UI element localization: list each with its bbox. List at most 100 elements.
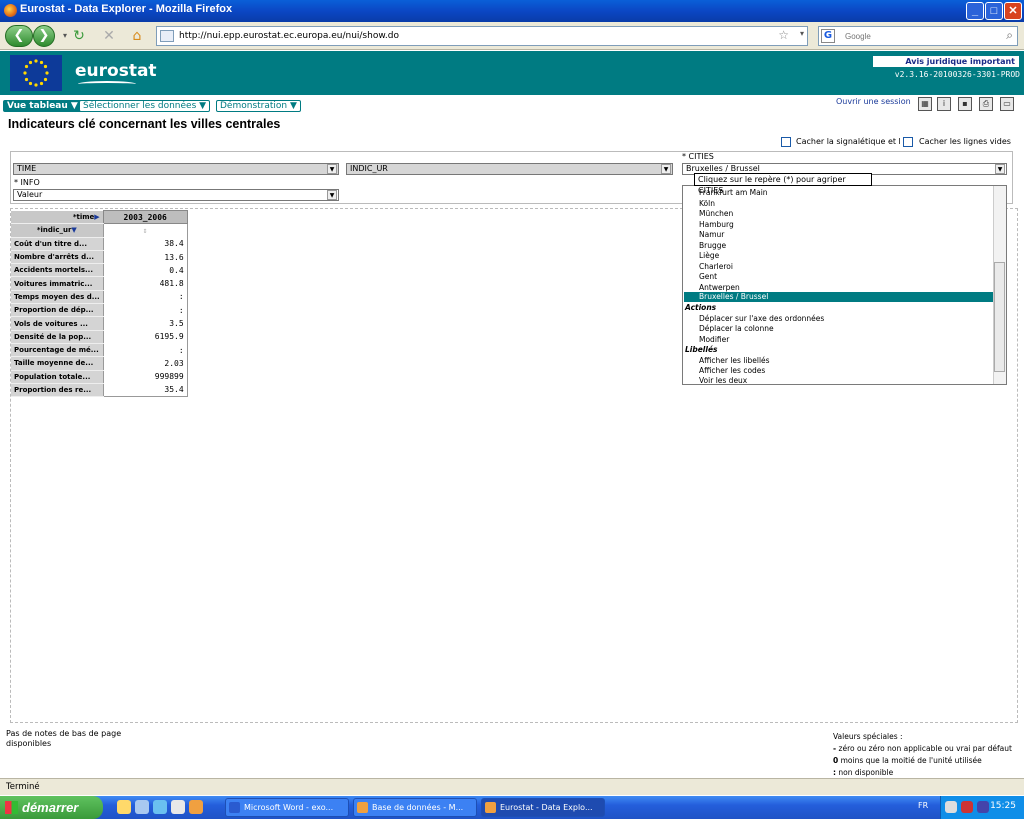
list-item[interactable]: Charleroi <box>699 262 733 272</box>
tray-icon[interactable] <box>961 801 973 813</box>
task-word[interactable]: Microsoft Word - exo... <box>225 798 349 817</box>
start-button[interactable]: démarrer <box>0 796 103 819</box>
eurostat-logo[interactable]: eurostat <box>75 61 157 81</box>
menu-item[interactable]: Déplacer sur l'axe des ordonnées <box>699 314 824 324</box>
actions-group-header: Actions <box>685 303 717 312</box>
list-item[interactable]: Liège <box>699 251 719 261</box>
menu-item[interactable]: Afficher les libellés <box>699 356 770 366</box>
stop-icon[interactable]: ✕ <box>100 27 118 45</box>
row-label[interactable]: Population totale... <box>11 370 104 384</box>
list-item[interactable]: Namur <box>699 230 724 240</box>
forward-button[interactable]: ❯ <box>33 25 55 47</box>
bookmark-star-icon[interactable]: ☆ <box>778 28 789 42</box>
row-label[interactable]: Voitures immatric... <box>11 276 104 291</box>
task-database[interactable]: Base de données - M... <box>353 798 477 817</box>
sort-icon[interactable]: ⇕ <box>102 223 188 238</box>
row-label[interactable]: Coût d'un titre d... <box>11 237 104 251</box>
list-item-selected[interactable]: Bruxelles / Brussel <box>699 292 768 302</box>
dropdown-scrollbar[interactable] <box>993 186 1006 384</box>
row-label[interactable]: Vols de voitures ... <box>11 316 104 331</box>
quicklaunch-icon[interactable] <box>117 800 131 814</box>
row-value: 13.6 <box>102 250 188 264</box>
search-input[interactable] <box>845 28 995 44</box>
indic-axis-header[interactable]: *indic_ur▼ <box>11 223 104 238</box>
chevron-down-icon[interactable]: ▼ <box>995 164 1005 174</box>
home-icon[interactable]: ⌂ <box>128 27 146 45</box>
task-eurostat[interactable]: Eurostat - Data Explo... <box>481 798 605 817</box>
hide-metadata-checkbox[interactable] <box>781 137 791 147</box>
tab-table-view[interactable]: Vue tableau ▼ <box>3 100 82 112</box>
list-item[interactable]: München <box>699 209 733 219</box>
quicklaunch-icon[interactable] <box>153 800 167 814</box>
menu-item[interactable]: Déplacer la colonne <box>699 324 774 334</box>
print-icon[interactable]: ⎙ <box>979 97 993 111</box>
row-label[interactable]: Nombre d'arrêts d... <box>11 250 104 265</box>
tab-select-data[interactable]: Sélectionner les données ▼ <box>79 100 211 112</box>
reload-icon[interactable]: ↻ <box>70 27 88 45</box>
task-label: Microsoft Word - exo... <box>244 803 334 812</box>
row-value: 38.4 <box>102 237 188 251</box>
quicklaunch-icon[interactable] <box>171 800 185 814</box>
tray-icon[interactable] <box>945 801 957 813</box>
menu-item[interactable]: Afficher les codes <box>699 366 765 376</box>
chevron-down-icon[interactable]: ▼ <box>327 164 337 174</box>
row-value: 481.8 <box>102 276 188 291</box>
row-label[interactable]: Temps moyen des d... <box>11 290 104 305</box>
info-select[interactable]: Valeur ▼ <box>13 189 339 201</box>
indic-axis-label: *indic_ur <box>36 226 72 235</box>
list-item[interactable]: Köln <box>699 199 715 209</box>
language-indicator[interactable]: FR <box>918 801 928 810</box>
hide-metadata-label: Cacher la signalétique et l <box>796 137 901 146</box>
menu-item[interactable]: Modifier <box>699 335 729 345</box>
row-value: 2.03 <box>102 356 188 371</box>
info-select-value: Valeur <box>17 190 43 199</box>
scrollbar-thumb[interactable] <box>994 262 1005 372</box>
url-bar[interactable]: ☆ ▾ <box>156 26 808 46</box>
hide-empty-rows-label: Cacher les lignes vides <box>919 137 1011 146</box>
window-title: Eurostat - Data Explorer - Mozilla Firef… <box>20 3 233 15</box>
row-label[interactable]: Pourcentage de mé... <box>11 343 104 358</box>
firefox-quicklaunch-icon[interactable] <box>189 800 203 814</box>
open-session-link[interactable]: Ouvrir une session <box>836 97 911 106</box>
list-item[interactable]: Antwerpen <box>699 283 740 293</box>
legal-notice-link[interactable]: Avis juridique important <box>873 56 1019 67</box>
quicklaunch-icon[interactable] <box>135 800 149 814</box>
indic-dimension-value: INDIC_UR <box>350 164 388 173</box>
hide-empty-rows-checkbox[interactable] <box>903 137 913 147</box>
maximize-button[interactable]: □ <box>985 2 1003 20</box>
cities-dropdown-list[interactable]: Frankfurt am Main Köln München Hamburg N… <box>682 185 1007 385</box>
row-value: 35.4 <box>102 383 188 398</box>
folder-icon[interactable]: ▭ <box>1000 97 1014 111</box>
site-identity-icon[interactable] <box>160 30 174 42</box>
row-label[interactable]: Proportion des re... <box>11 383 104 398</box>
info-icon[interactable]: i <box>937 97 951 111</box>
list-item[interactable]: Brugge <box>699 241 726 251</box>
url-input[interactable] <box>179 28 779 44</box>
url-dropdown-icon[interactable]: ▾ <box>800 29 804 38</box>
time-dimension-value: TIME <box>17 164 37 173</box>
chevron-down-icon[interactable]: ▼ <box>661 164 671 174</box>
list-item[interactable]: Hamburg <box>699 220 734 230</box>
time-dimension-select[interactable]: TIME ▼ <box>13 163 339 175</box>
google-engine-icon[interactable]: G <box>821 29 835 43</box>
row-label[interactable]: Proportion de dép... <box>11 303 104 318</box>
menu-item[interactable]: Voir les deux <box>699 376 747 386</box>
search-bar[interactable]: G ⌕ <box>818 26 1018 46</box>
indic-dimension-select[interactable]: INDIC_UR ▼ <box>346 163 673 175</box>
special-values-title: Valeurs spéciales : <box>833 732 903 741</box>
time-axis-header[interactable]: *time▶ <box>11 210 104 225</box>
row-label[interactable]: Taille moyenne de... <box>11 356 104 371</box>
minimize-button[interactable]: _ <box>966 2 984 20</box>
tray-icon[interactable] <box>977 801 989 813</box>
close-button[interactable]: ✕ <box>1004 2 1022 20</box>
column-header[interactable]: 2003_2006 <box>102 209 188 225</box>
table-view-icon[interactable]: ▦ <box>918 97 932 111</box>
back-button[interactable]: ❮ <box>5 25 33 47</box>
row-label[interactable]: Accidents mortels... <box>11 263 104 278</box>
search-icon[interactable]: ⌕ <box>1006 28 1013 43</box>
save-icon[interactable]: ▪ <box>958 97 972 111</box>
chevron-down-icon[interactable]: ▼ <box>327 190 337 200</box>
row-label[interactable]: Densité de la pop... <box>11 330 104 344</box>
tab-demonstration[interactable]: Démonstration ▼ <box>216 100 301 112</box>
list-item[interactable]: Gent <box>699 272 717 282</box>
